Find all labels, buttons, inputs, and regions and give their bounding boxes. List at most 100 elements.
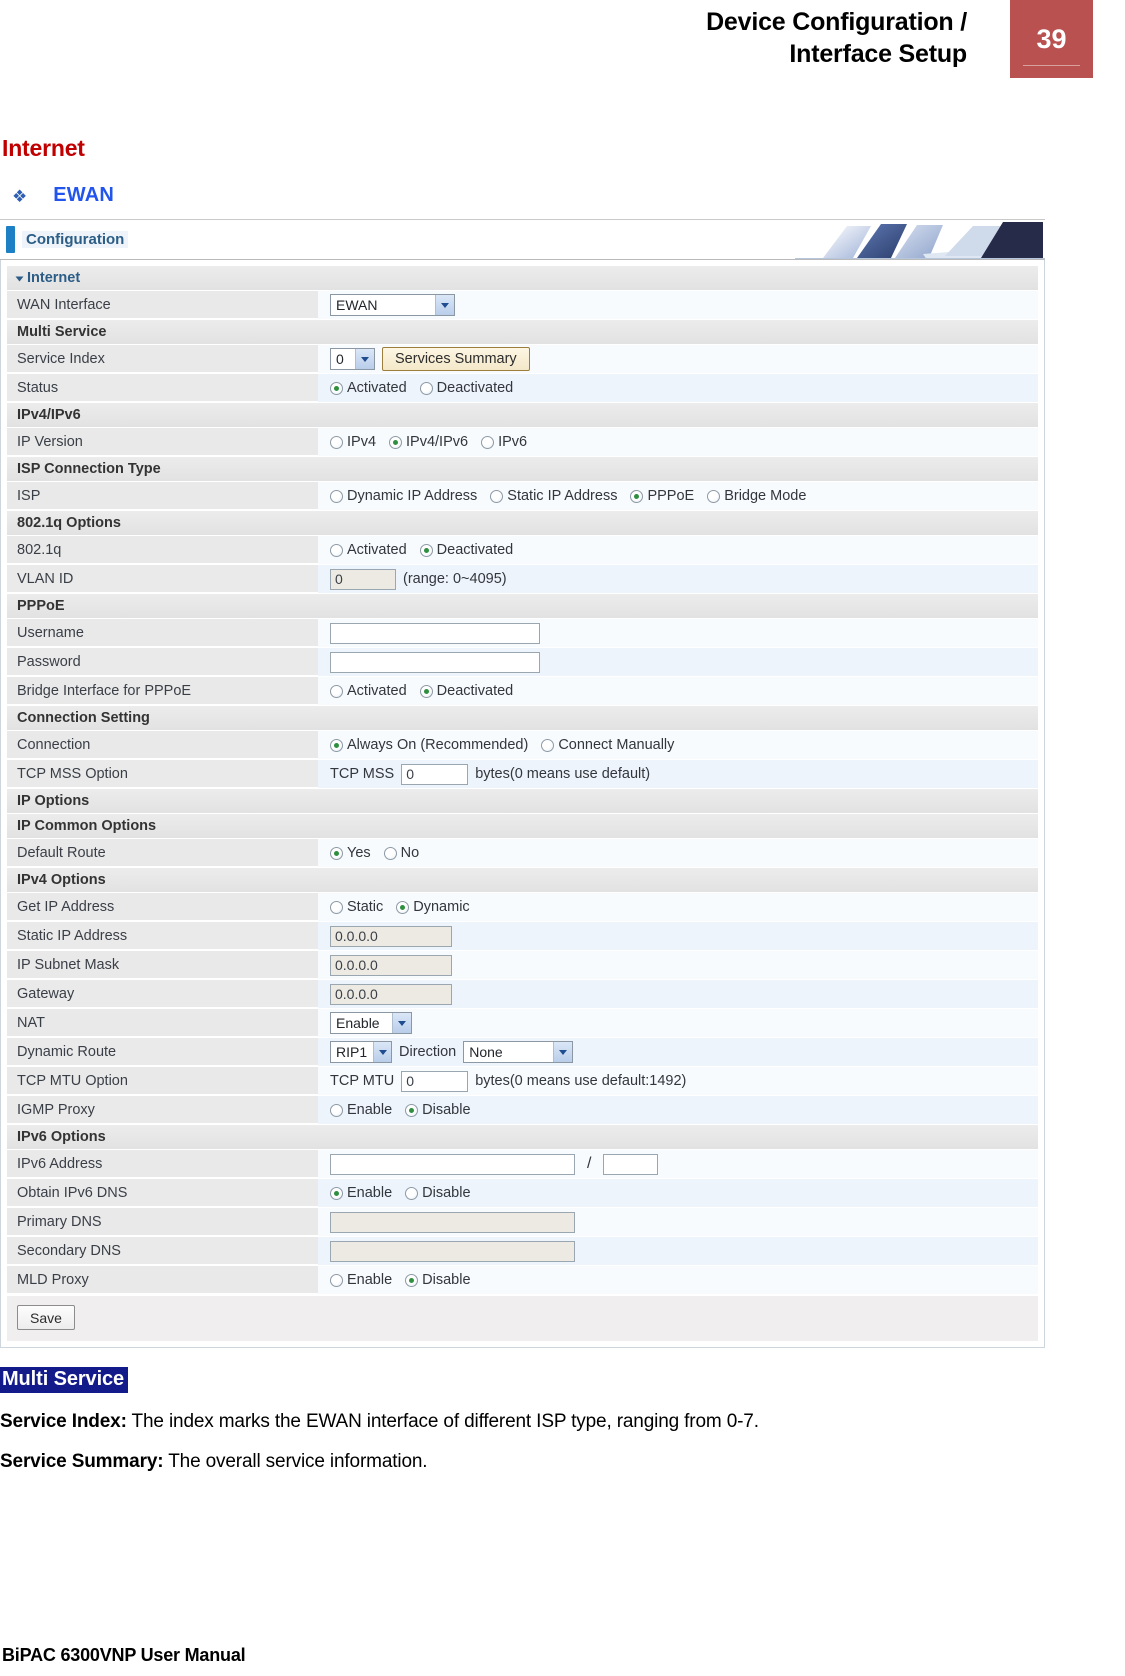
secondary-dns-input[interactable]	[330, 1240, 575, 1262]
username-input[interactable]	[330, 622, 540, 644]
row-connection: Connection Always On (Recommended) Conne…	[7, 731, 1038, 760]
mld-proxy-radio-disable[interactable]: Disable	[405, 1272, 471, 1288]
password-input[interactable]	[330, 651, 540, 673]
igmp-proxy-radio-disable[interactable]: Disable	[405, 1102, 471, 1118]
mld-proxy-radio-enable[interactable]: Enable	[330, 1272, 392, 1288]
tcp-mtu-prefix: TCP MTU	[330, 1073, 395, 1089]
label-status: Status	[7, 374, 318, 402]
direction-value: None	[469, 1044, 503, 1060]
radio-on-icon	[330, 846, 343, 860]
tcp-mtu-hint: bytes(0 means use default:1492)	[475, 1073, 687, 1089]
row-service-index: Service Index 0 Services Summary	[7, 345, 1038, 374]
connection-option-1-label: Connect Manually	[558, 737, 675, 753]
isp-radio-pppoe[interactable]: PPPoE	[630, 488, 694, 504]
ip-version-radio-ipv4[interactable]: IPv4	[330, 434, 376, 450]
igmp-proxy-option-1-label: Disable	[422, 1102, 471, 1118]
row-default-route: Default Route Yes No	[7, 839, 1038, 868]
radio-on-icon	[419, 684, 433, 698]
get-ip-radio-static[interactable]: Static	[330, 899, 383, 915]
group-connection-setting: Connection Setting	[7, 706, 1038, 731]
group-ipv6-options: IPv6 Options	[7, 1125, 1038, 1150]
default-route-radio-yes[interactable]: Yes	[330, 845, 371, 861]
isp-radio-dynamic-ip[interactable]: Dynamic IP Address	[330, 488, 477, 504]
static-ip-address-input[interactable]: 0.0.0.0	[330, 925, 452, 947]
ip-version-radio-ipv6[interactable]: IPv6	[481, 434, 527, 450]
nat-select[interactable]: Enable	[330, 1012, 412, 1034]
services-summary-button[interactable]: Services Summary	[382, 347, 530, 371]
group-isp-connection-type-label: ISP Connection Type	[17, 461, 161, 477]
get-ip-radio-dynamic[interactable]: Dynamic	[396, 899, 470, 915]
radio-on-icon	[630, 489, 644, 503]
label-obtain-ipv6-dns: Obtain IPv6 DNS	[7, 1179, 318, 1207]
radio-off-icon	[330, 435, 343, 449]
ip-version-option-1-label: IPv4/IPv6	[406, 434, 469, 450]
gateway-input[interactable]: 0.0.0.0	[330, 983, 452, 1005]
chevron-down-icon	[373, 1042, 391, 1062]
direction-select[interactable]: None	[463, 1041, 574, 1063]
page-title-line2: Interface Setup	[789, 40, 967, 68]
ip-subnet-mask-input[interactable]: 0.0.0.0	[330, 954, 452, 976]
label-igmp-proxy: IGMP Proxy	[7, 1096, 318, 1124]
isp-option-3-label: Bridge Mode	[724, 488, 807, 504]
dynamic-route-select[interactable]: RIP1	[330, 1041, 392, 1063]
ip-version-radio-ipv4-ipv6[interactable]: IPv4/IPv6	[389, 434, 468, 450]
obtain-ipv6-dns-radio-enable[interactable]: Enable	[330, 1185, 392, 1201]
wan-interface-value: EWAN	[336, 297, 378, 313]
group-ipv4-ipv6: IPv4/IPv6	[7, 403, 1038, 428]
bridge-pppoe-radio-deactivated[interactable]: Deactivated	[419, 683, 513, 699]
primary-dns-input[interactable]	[330, 1211, 575, 1233]
term-service-summary: Service Summary:	[0, 1451, 164, 1472]
row-tcp-mss-option: TCP MSS Option TCP MSS 0 bytes(0 means u…	[7, 760, 1038, 789]
page-title-line1: Device Configuration /	[706, 8, 967, 36]
group-internet[interactable]: Internet	[7, 266, 1038, 291]
label-tcp-mss-option: TCP MSS Option	[7, 760, 318, 788]
label-connection: Connection	[7, 731, 318, 759]
status-radio-deactivated[interactable]: Deactivated	[419, 380, 513, 396]
tcp-mss-prefix: TCP MSS	[330, 766, 395, 782]
radio-off-icon	[490, 489, 504, 503]
igmp-proxy-option-0-label: Enable	[347, 1102, 393, 1118]
ipv6-address-input[interactable]	[330, 1153, 575, 1175]
service-index-select[interactable]: 0	[330, 348, 375, 370]
obtain-ipv6-dns-radio-disable[interactable]: Disable	[405, 1185, 471, 1201]
connection-radio-connect-manually[interactable]: Connect Manually	[541, 737, 674, 753]
isp-radio-bridge-mode[interactable]: Bridge Mode	[707, 488, 806, 504]
connection-radio-always-on[interactable]: Always On (Recommended)	[330, 737, 528, 753]
radio-off-icon	[330, 1273, 343, 1287]
row-mld-proxy: MLD Proxy Enable Disable	[7, 1266, 1038, 1295]
ipv6-prefix-length-input[interactable]	[603, 1153, 659, 1175]
isp-radio-static-ip[interactable]: Static IP Address	[490, 488, 617, 504]
save-button[interactable]: Save	[17, 1305, 75, 1330]
row-isp: ISP Dynamic IP Address Static IP Address…	[7, 482, 1038, 511]
radio-off-icon	[419, 381, 433, 395]
dynamic-route-value: RIP1	[336, 1044, 368, 1060]
page-number-underline	[1023, 65, 1080, 66]
bridge-pppoe-radio-activated[interactable]: Activated	[330, 683, 407, 699]
tcp-mtu-input[interactable]: 0	[401, 1070, 469, 1092]
tcp-mss-input[interactable]: 0	[401, 763, 469, 785]
vlan-id-input[interactable]: 0	[330, 568, 396, 590]
ipv6-prefix-separator: /	[587, 1155, 592, 1172]
dot1q-radio-activated[interactable]: Activated	[330, 542, 407, 558]
igmp-proxy-radio-enable[interactable]: Enable	[330, 1102, 392, 1118]
label-dynamic-route: Dynamic Route	[7, 1038, 318, 1066]
row-bridge-interface-pppoe: Bridge Interface for PPPoE Activated Dea…	[7, 677, 1038, 706]
mld-proxy-option-1-label: Disable	[422, 1272, 471, 1288]
default-route-radio-no[interactable]: No	[383, 845, 419, 861]
group-dot1q-options: 802.1q Options	[7, 511, 1038, 536]
radio-off-icon	[481, 435, 495, 449]
dot1q-radio-deactivated[interactable]: Deactivated	[419, 542, 513, 558]
radio-on-icon	[405, 1273, 419, 1287]
row-get-ip-address: Get IP Address Static Dynamic	[7, 893, 1038, 922]
row-wan-interface: WAN Interface EWAN	[7, 291, 1038, 320]
bullet-heading-label: EWAN	[53, 184, 115, 206]
status-radio-activated[interactable]: Activated	[330, 380, 407, 396]
wan-interface-select[interactable]: EWAN	[330, 294, 455, 316]
row-ip-subnet-mask: IP Subnet Mask 0.0.0.0	[7, 951, 1038, 980]
group-ip-common-options-label: IP Common Options	[17, 818, 157, 834]
dot1q-option-0-label: Activated	[347, 542, 407, 558]
radio-on-icon	[405, 1103, 419, 1117]
radio-off-icon	[383, 846, 397, 860]
group-ip-options: IP Options	[7, 789, 1038, 814]
label-ipv6-address: IPv6 Address	[7, 1150, 318, 1178]
